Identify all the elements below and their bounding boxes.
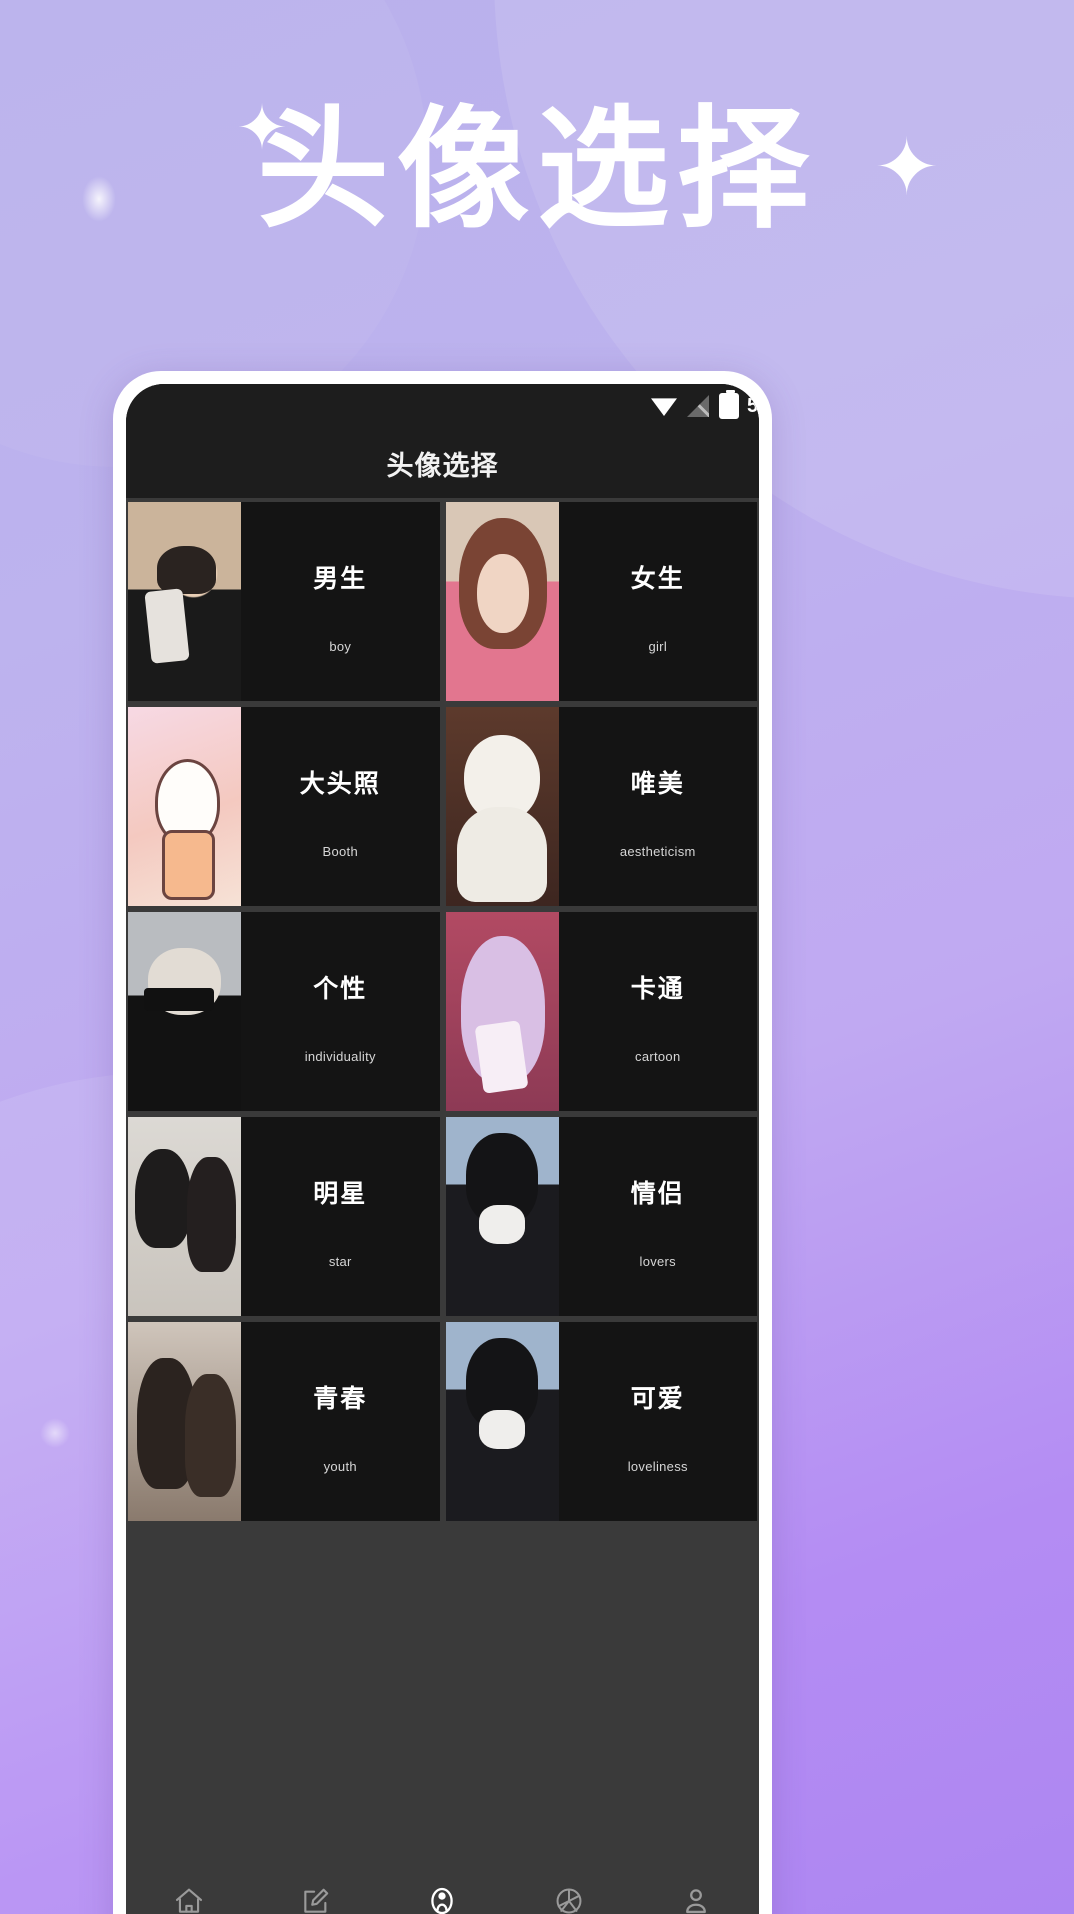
- category-card[interactable]: 青春 youth: [128, 1322, 440, 1521]
- category-card[interactable]: 唯美 aestheticism: [445, 707, 758, 906]
- category-thumbnail: [445, 1117, 559, 1316]
- category-label-group: 青春 youth: [241, 1322, 440, 1521]
- category-name-en: girl: [648, 639, 668, 654]
- sparkle-icon-right: ✦: [874, 123, 940, 211]
- category-card[interactable]: 情侣 lovers: [445, 1117, 758, 1316]
- category-name-cn: 卡通: [630, 974, 685, 1003]
- category-card[interactable]: 大头照 Booth: [128, 707, 440, 906]
- thumbnail-image: [128, 1322, 241, 1521]
- category-thumbnail: [445, 912, 559, 1111]
- category-card[interactable]: 女生 girl: [445, 502, 758, 701]
- person-icon: [680, 1885, 712, 1914]
- category-thumbnail: [128, 502, 241, 701]
- thumbnail-image: [128, 1117, 241, 1316]
- category-card[interactable]: 可爱 loveliness: [445, 1322, 758, 1521]
- category-label-group: 明星 star: [241, 1117, 440, 1316]
- thumbnail-image: [128, 912, 241, 1111]
- category-name-en: star: [328, 1254, 352, 1269]
- category-name-cn: 明星: [313, 1179, 368, 1208]
- tab-avatar[interactable]: 头像: [379, 1885, 506, 1914]
- hero-title: 头像选择: [257, 93, 817, 247]
- app-title-bar: 头像选择: [126, 428, 759, 498]
- category-card[interactable]: 明星 star: [128, 1117, 440, 1316]
- background-sparkle-dot-secondary: [40, 1418, 70, 1448]
- battery-percent-label: 5: [747, 394, 759, 417]
- category-row: 大头照 Booth 唯美 aestheticism: [128, 707, 757, 906]
- category-name-cn: 青春: [313, 1384, 368, 1413]
- tab-home[interactable]: 首页: [126, 1885, 253, 1914]
- category-name-cn: 情侣: [630, 1179, 685, 1208]
- category-row: 个性 individuality 卡通 cartoon: [128, 912, 757, 1111]
- tab-moments[interactable]: 朋友圈文案: [506, 1885, 633, 1914]
- category-name-cn: 大头照: [299, 769, 381, 798]
- category-name-en: aestheticism: [619, 844, 696, 859]
- category-list[interactable]: 男生 boy 女生 girl 大头照 Booth 唯美 aestheticism 个性 indiv…: [126, 498, 759, 1890]
- thumbnail-image: [445, 707, 559, 906]
- category-label-group: 可爱 loveliness: [559, 1322, 758, 1521]
- category-name-en: youth: [323, 1459, 357, 1474]
- category-label-group: 女生 girl: [559, 502, 758, 701]
- tab-edit-wallpaper[interactable]: 编辑壁纸: [253, 1885, 380, 1914]
- category-label-group: 大头照 Booth: [241, 707, 440, 906]
- avatar-icon: [426, 1885, 458, 1914]
- app-title: 头像选择: [386, 450, 499, 482]
- category-thumbnail: [445, 707, 559, 906]
- category-name-cn: 唯美: [630, 769, 685, 798]
- category-thumbnail: [128, 912, 241, 1111]
- category-name-en: Booth: [322, 844, 358, 859]
- category-name-en: boy: [329, 639, 352, 654]
- category-thumbnail: [128, 707, 241, 906]
- category-name-cn: 个性: [313, 974, 368, 1003]
- moments-icon: [553, 1885, 585, 1914]
- category-name-cn: 女生: [630, 564, 685, 593]
- phone-screen: 5 头像选择 男生 boy 女生 girl 大头照 Booth 唯美 aestheticism…: [126, 384, 759, 1914]
- category-thumbnail: [128, 1322, 241, 1521]
- category-thumbnail: [445, 502, 559, 701]
- category-card[interactable]: 男生 boy: [128, 502, 440, 701]
- phone-mockup: 5 头像选择 男生 boy 女生 girl 大头照 Booth 唯美 aestheticism…: [113, 371, 772, 1914]
- thumbnail-image: [445, 912, 559, 1111]
- home-icon: [173, 1885, 205, 1914]
- category-label-group: 唯美 aestheticism: [559, 707, 758, 906]
- category-thumbnail: [445, 1322, 559, 1521]
- thumbnail-image: [445, 1322, 559, 1521]
- category-label-group: 个性 individuality: [241, 912, 440, 1111]
- hero-banner: ✦ ✦ 头像选择: [0, 93, 1074, 247]
- category-card[interactable]: 个性 individuality: [128, 912, 440, 1111]
- category-name-en: individuality: [304, 1049, 376, 1064]
- category-name-cn: 可爱: [630, 1384, 685, 1413]
- category-name-en: cartoon: [635, 1049, 681, 1064]
- category-name-en: lovers: [639, 1254, 676, 1269]
- sparkle-icon-left: ✦: [236, 94, 288, 163]
- edit-wallpaper-icon: [300, 1885, 332, 1914]
- thumbnail-image: [128, 707, 241, 906]
- thumbnail-image: [128, 502, 241, 701]
- category-row: 男生 boy 女生 girl: [128, 502, 757, 701]
- category-name-en: loveliness: [627, 1459, 688, 1474]
- category-label-group: 男生 boy: [241, 502, 440, 701]
- bottom-navigation-bar[interactable]: 首页编辑壁纸头像朋友圈文案我的: [126, 1871, 759, 1914]
- tab-person[interactable]: 我的: [632, 1885, 759, 1914]
- category-thumbnail: [128, 1117, 241, 1316]
- thumbnail-image: [445, 1117, 559, 1316]
- signal-off-icon: [687, 395, 709, 417]
- category-row: 明星 star 情侣 lovers: [128, 1117, 757, 1316]
- category-label-group: 情侣 lovers: [559, 1117, 758, 1316]
- wifi-icon: [651, 398, 677, 416]
- thumbnail-image: [445, 502, 559, 701]
- category-card[interactable]: 卡通 cartoon: [445, 912, 758, 1111]
- category-label-group: 卡通 cartoon: [559, 912, 758, 1111]
- category-row: 青春 youth 可爱 loveliness: [128, 1322, 757, 1521]
- status-bar: 5: [126, 384, 759, 428]
- battery-icon: [719, 390, 739, 419]
- category-name-cn: 男生: [313, 564, 368, 593]
